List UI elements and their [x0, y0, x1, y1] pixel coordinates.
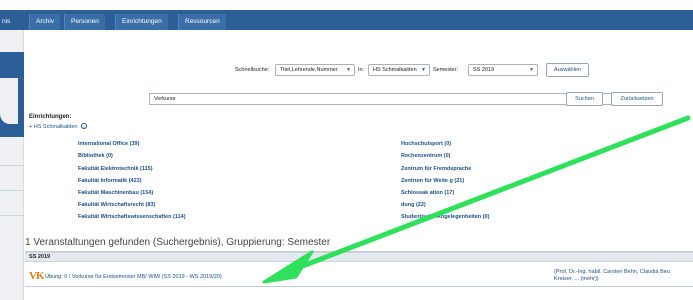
- chevron-down-icon: ▼: [529, 67, 534, 73]
- semester-select[interactable]: SS 2019 ▼: [468, 64, 538, 76]
- nav-tab-einrichtungen[interactable]: Einrichtungen: [115, 14, 168, 30]
- semester-group-header: SS 2019: [25, 252, 693, 262]
- course-lecturers: (Prof. Dr.-Ing. habil. Carsten Behn, Cla…: [554, 269, 670, 283]
- nav-tab-partial[interactable]: nis: [0, 14, 16, 30]
- institution-link[interactable]: Fakultät Wirtschaftsrecht (83): [78, 202, 155, 208]
- left-sidebar: [0, 30, 24, 300]
- institution-link[interactable]: dung (22): [401, 202, 426, 208]
- main-content: Schnellsuche: Titel,Lehrende,Nummer ▼ In…: [25, 30, 693, 300]
- nav-tab-personen[interactable]: Personen: [64, 14, 105, 30]
- results-summary: 1 Veranstaltungen gefunden (Suchergebnis…: [25, 237, 331, 248]
- institution-link[interactable]: Hochschulsport (0): [401, 141, 451, 147]
- chevron-down-icon: ▼: [421, 67, 426, 73]
- semester-group-label: SS 2019: [29, 254, 51, 260]
- nav-tab-ressourcen[interactable]: Ressourcen: [178, 14, 226, 30]
- in-label: In:: [358, 67, 365, 73]
- lecturers-more-link[interactable]: Kretzer, ... (mehr)): [554, 276, 670, 283]
- quick-search-label: Schnellsuche:: [235, 67, 270, 73]
- nav-tab-archiv[interactable]: Archiv: [29, 14, 61, 30]
- institution-link[interactable]: Fakultät Wirtschaftswissenschaften (114): [78, 214, 186, 220]
- divider: [25, 286, 693, 287]
- institution-link[interactable]: Fakultät Elektrotechnik (115): [78, 166, 153, 172]
- semester-label: Semester:: [433, 67, 459, 73]
- course-title-link[interactable]: Übung: 0 / Vorkurse für Erstsemester MB/…: [45, 274, 222, 280]
- institution-link[interactable]: Fakultät Informatik (423): [78, 178, 142, 184]
- institutions-title: Einrichtungen:: [29, 114, 72, 120]
- top-strip: [0, 0, 693, 10]
- search-button[interactable]: Suchen: [566, 92, 603, 106]
- course-type-vk-icon: VK: [29, 270, 44, 282]
- info-circle-icon[interactable]: i: [81, 123, 87, 129]
- institution-link[interactable]: Zentrum für Fremdsprache: [401, 166, 471, 172]
- reset-button[interactable]: Zurücksetzen: [611, 92, 663, 106]
- lecturers-line[interactable]: (Prof. Dr.-Ing. habil. Carsten Behn, Cla…: [554, 269, 670, 276]
- institution-link[interactable]: Bibliothek (0): [78, 153, 113, 159]
- institution-root-link[interactable]: + HS Schmalkalden i: [29, 123, 87, 130]
- main-navigation: nis Archiv Personen Einrichtungen Ressou…: [0, 10, 693, 30]
- institution-link[interactable]: Fakultät Maschinenbau (154): [78, 190, 153, 196]
- institution-link[interactable]: Rechenzentrum (0): [401, 153, 451, 159]
- chevron-down-icon: ▼: [346, 67, 351, 73]
- institution-link[interactable]: Schlossak ation (17): [401, 190, 454, 196]
- institution-link[interactable]: International Office (39): [78, 141, 139, 147]
- select-button[interactable]: Auswählen: [546, 63, 589, 77]
- institution-link[interactable]: Studentische Angelegenheiten (0): [401, 214, 489, 220]
- institution-link[interactable]: Zentrum für Weite g (21): [401, 178, 464, 184]
- quick-search-field-select[interactable]: Titel,Lehrende,Nummer ▼: [275, 64, 355, 76]
- institution-select[interactable]: HS Schmalkalden ▼: [368, 64, 430, 76]
